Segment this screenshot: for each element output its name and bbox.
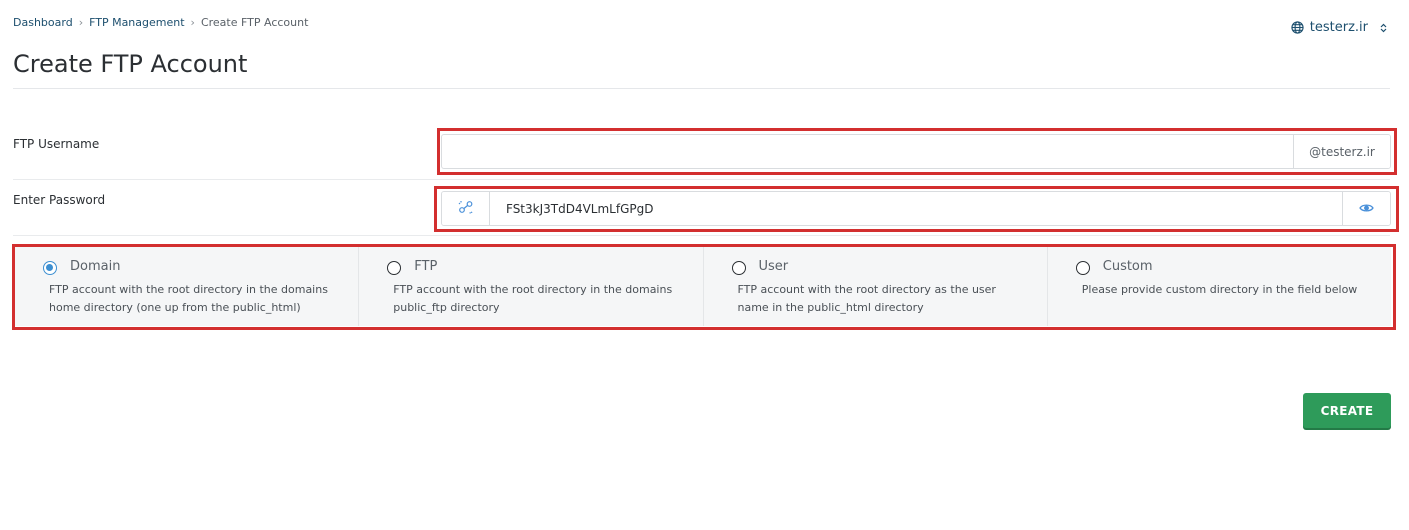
eye-icon bbox=[1359, 202, 1374, 216]
row-divider bbox=[13, 235, 1390, 236]
row-divider bbox=[13, 179, 1390, 180]
ftp-username-label: FTP Username bbox=[13, 137, 100, 151]
password-input[interactable] bbox=[490, 192, 1342, 225]
option-domain[interactable]: Domain FTP account with the root directo… bbox=[15, 247, 360, 326]
directory-type-options: Domain FTP account with the root directo… bbox=[15, 247, 1391, 326]
globe-icon bbox=[1291, 21, 1304, 34]
ftp-username-input[interactable] bbox=[442, 135, 1293, 168]
radio-domain[interactable] bbox=[43, 261, 57, 275]
option-ftp[interactable]: FTP FTP account with the root directory … bbox=[359, 247, 704, 326]
page-title: Create FTP Account bbox=[13, 50, 248, 78]
option-description: FTP account with the root directory in t… bbox=[393, 283, 673, 314]
password-label: Enter Password bbox=[13, 193, 106, 207]
option-title: FTP bbox=[414, 259, 438, 274]
chevron-updown-icon bbox=[1380, 23, 1387, 33]
option-title: Custom bbox=[1102, 259, 1153, 274]
breadcrumb-ftp-management[interactable]: FTP Management bbox=[89, 16, 184, 29]
breadcrumb-dashboard[interactable]: Dashboard bbox=[13, 16, 73, 29]
domain-switcher-label: testerz.ir bbox=[1309, 20, 1368, 35]
domain-suffix: @testerz.ir bbox=[1293, 135, 1390, 168]
option-description: FTP account with the root directory as t… bbox=[737, 283, 996, 314]
domain-switcher[interactable]: testerz.ir bbox=[1291, 20, 1387, 35]
option-user[interactable]: User FTP account with the root directory… bbox=[704, 247, 1048, 326]
toggle-password-button[interactable] bbox=[1342, 192, 1390, 225]
generate-password-icon bbox=[458, 200, 474, 217]
chevron-right-icon: › bbox=[78, 16, 84, 29]
create-button[interactable]: CREATE bbox=[1303, 393, 1391, 428]
ftp-username-group: @testerz.ir bbox=[441, 134, 1391, 169]
option-title: User bbox=[758, 259, 789, 274]
generate-password-button[interactable] bbox=[442, 192, 490, 225]
radio-ftp[interactable] bbox=[387, 261, 402, 275]
chevron-right-icon: › bbox=[190, 16, 195, 29]
option-description: FTP account with the root directory in t… bbox=[49, 283, 328, 314]
option-custom[interactable]: Custom Please provide custom directory i… bbox=[1048, 247, 1391, 326]
breadcrumb: Dashboard › FTP Management › Create FTP … bbox=[13, 16, 308, 29]
option-title: Domain bbox=[70, 259, 121, 274]
title-divider bbox=[13, 88, 1390, 89]
option-description: Please provide custom directory in the f… bbox=[1081, 283, 1358, 296]
radio-user[interactable] bbox=[731, 261, 746, 275]
radio-custom[interactable] bbox=[1075, 261, 1090, 275]
password-group bbox=[441, 191, 1391, 226]
breadcrumb-current: Create FTP Account bbox=[200, 16, 309, 29]
